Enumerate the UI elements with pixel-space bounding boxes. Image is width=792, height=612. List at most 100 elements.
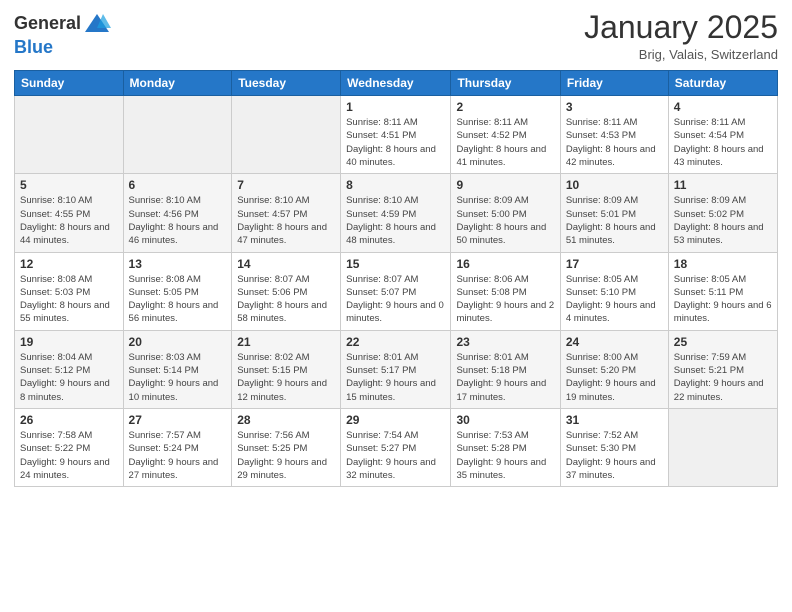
day-info: Sunrise: 7:54 AMSunset: 5:27 PMDaylight:… xyxy=(346,429,445,482)
day-cell-2-3: 15Sunrise: 8:07 AMSunset: 5:07 PMDayligh… xyxy=(341,252,451,330)
day-number: 22 xyxy=(346,335,445,349)
logo-blue-text: Blue xyxy=(14,38,111,58)
header-tuesday: Tuesday xyxy=(232,71,341,96)
day-cell-1-3: 8Sunrise: 8:10 AMSunset: 4:59 PMDaylight… xyxy=(341,174,451,252)
day-info: Sunrise: 8:11 AMSunset: 4:54 PMDaylight:… xyxy=(674,116,772,169)
day-number: 29 xyxy=(346,413,445,427)
logo-icon xyxy=(83,10,111,38)
day-number: 20 xyxy=(129,335,227,349)
day-cell-0-4: 2Sunrise: 8:11 AMSunset: 4:52 PMDaylight… xyxy=(451,96,560,174)
day-number: 11 xyxy=(674,178,772,192)
day-cell-1-0: 5 Sunrise: 8:10 AMSunset: 4:55 PMDaylight… xyxy=(15,174,124,252)
header-monday: Monday xyxy=(123,71,232,96)
day-number: 10 xyxy=(566,178,663,192)
day-info: Sunrise: 8:01 AMSunset: 5:18 PMDaylight:… xyxy=(456,351,554,404)
logo-general-text: General xyxy=(14,14,81,34)
page: General Blue January 2025 Brig, Valais, … xyxy=(0,0,792,612)
day-cell-1-4: 9Sunrise: 8:09 AMSunset: 5:00 PMDaylight… xyxy=(451,174,560,252)
day-info: Sunrise: 8:00 AMSunset: 5:20 PMDaylight:… xyxy=(566,351,663,404)
header-friday: Friday xyxy=(560,71,668,96)
day-info: Sunrise: 8:06 AMSunset: 5:08 PMDaylight:… xyxy=(456,273,554,326)
day-info: Sunrise: 8:10 AMSunset: 4:59 PMDaylight:… xyxy=(346,194,445,247)
day-number: 23 xyxy=(456,335,554,349)
day-info: Sunrise: 8:10 AMSunset: 4:57 PMDaylight:… xyxy=(237,194,335,247)
header-saturday: Saturday xyxy=(668,71,777,96)
day-number: 1 xyxy=(346,100,445,114)
day-cell-3-0: 19Sunrise: 8:04 AMSunset: 5:12 PMDayligh… xyxy=(15,330,124,408)
day-number: 3 xyxy=(566,100,663,114)
day-cell-1-2: 7 Sunrise: 8:10 AMSunset: 4:57 PMDaylight… xyxy=(232,174,341,252)
calendar-title: January 2025 xyxy=(584,10,778,45)
day-number: 5 xyxy=(20,178,118,192)
weekday-header-row: Sunday Monday Tuesday Wednesday Thursday… xyxy=(15,71,778,96)
day-number: 16 xyxy=(456,257,554,271)
day-number: 31 xyxy=(566,413,663,427)
day-info: Sunrise: 8:01 AMSunset: 5:17 PMDaylight:… xyxy=(346,351,445,404)
calendar-table: Sunday Monday Tuesday Wednesday Thursday… xyxy=(14,70,778,487)
week-row-4: 19Sunrise: 8:04 AMSunset: 5:12 PMDayligh… xyxy=(15,330,778,408)
day-info: Sunrise: 7:59 AMSunset: 5:21 PMDaylight:… xyxy=(674,351,772,404)
day-info: Sunrise: 8:02 AMSunset: 5:15 PMDaylight:… xyxy=(237,351,335,404)
day-number: 4 xyxy=(674,100,772,114)
day-number: 27 xyxy=(129,413,227,427)
day-info: Sunrise: 8:05 AMSunset: 5:10 PMDaylight:… xyxy=(566,273,663,326)
day-number: 2 xyxy=(456,100,554,114)
header-sunday: Sunday xyxy=(15,71,124,96)
day-info: Sunrise: 7:58 AMSunset: 5:22 PMDaylight:… xyxy=(20,429,118,482)
day-number: 30 xyxy=(456,413,554,427)
calendar-subtitle: Brig, Valais, Switzerland xyxy=(584,47,778,62)
day-info: Sunrise: 8:09 AMSunset: 5:02 PMDaylight:… xyxy=(674,194,772,247)
week-row-5: 26 Sunrise: 7:58 AMSunset: 5:22 PMDayligh… xyxy=(15,408,778,486)
day-cell-0-2 xyxy=(232,96,341,174)
day-cell-0-6: 4 Sunrise: 8:11 AMSunset: 4:54 PMDaylight… xyxy=(668,96,777,174)
header: General Blue January 2025 Brig, Valais, … xyxy=(14,10,778,62)
logo: General Blue xyxy=(14,10,111,58)
day-cell-3-4: 23 Sunrise: 8:01 AMSunset: 5:18 PMDayligh… xyxy=(451,330,560,408)
day-info: Sunrise: 7:53 AMSunset: 5:28 PMDaylight:… xyxy=(456,429,554,482)
header-wednesday: Wednesday xyxy=(341,71,451,96)
day-cell-1-6: 11 Sunrise: 8:09 AMSunset: 5:02 PMDayligh… xyxy=(668,174,777,252)
day-info: Sunrise: 8:03 AMSunset: 5:14 PMDaylight:… xyxy=(129,351,227,404)
day-number: 13 xyxy=(129,257,227,271)
day-number: 6 xyxy=(129,178,227,192)
day-cell-3-3: 22 Sunrise: 8:01 AMSunset: 5:17 PMDayligh… xyxy=(341,330,451,408)
day-cell-2-2: 14Sunrise: 8:07 AMSunset: 5:06 PMDayligh… xyxy=(232,252,341,330)
day-number: 25 xyxy=(674,335,772,349)
day-info: Sunrise: 7:52 AMSunset: 5:30 PMDaylight:… xyxy=(566,429,663,482)
day-cell-4-1: 27 Sunrise: 7:57 AMSunset: 5:24 PMDayligh… xyxy=(123,408,232,486)
day-info: Sunrise: 8:08 AMSunset: 5:03 PMDaylight:… xyxy=(20,273,118,326)
day-number: 7 xyxy=(237,178,335,192)
day-cell-2-1: 13 Sunrise: 8:08 AMSunset: 5:05 PMDayligh… xyxy=(123,252,232,330)
day-info: Sunrise: 7:57 AMSunset: 5:24 PMDaylight:… xyxy=(129,429,227,482)
day-info: Sunrise: 8:10 AMSunset: 4:55 PMDaylight:… xyxy=(20,194,118,247)
day-cell-3-1: 20 Sunrise: 8:03 AMSunset: 5:14 PMDayligh… xyxy=(123,330,232,408)
week-row-3: 12Sunrise: 8:08 AMSunset: 5:03 PMDayligh… xyxy=(15,252,778,330)
day-cell-2-0: 12Sunrise: 8:08 AMSunset: 5:03 PMDayligh… xyxy=(15,252,124,330)
day-cell-4-6 xyxy=(668,408,777,486)
day-cell-4-0: 26 Sunrise: 7:58 AMSunset: 5:22 PMDayligh… xyxy=(15,408,124,486)
day-number: 18 xyxy=(674,257,772,271)
day-info: Sunrise: 8:05 AMSunset: 5:11 PMDaylight:… xyxy=(674,273,772,326)
day-info: Sunrise: 8:11 AMSunset: 4:51 PMDaylight:… xyxy=(346,116,445,169)
day-cell-4-2: 28Sunrise: 7:56 AMSunset: 5:25 PMDayligh… xyxy=(232,408,341,486)
title-block: January 2025 Brig, Valais, Switzerland xyxy=(584,10,778,62)
day-cell-2-4: 16 Sunrise: 8:06 AMSunset: 5:08 PMDayligh… xyxy=(451,252,560,330)
day-cell-3-5: 24Sunrise: 8:00 AMSunset: 5:20 PMDayligh… xyxy=(560,330,668,408)
week-row-2: 5 Sunrise: 8:10 AMSunset: 4:55 PMDaylight… xyxy=(15,174,778,252)
day-cell-3-2: 21Sunrise: 8:02 AMSunset: 5:15 PMDayligh… xyxy=(232,330,341,408)
day-info: Sunrise: 8:09 AMSunset: 5:00 PMDaylight:… xyxy=(456,194,554,247)
day-info: Sunrise: 8:09 AMSunset: 5:01 PMDaylight:… xyxy=(566,194,663,247)
day-cell-0-0 xyxy=(15,96,124,174)
day-cell-2-6: 18 Sunrise: 8:05 AMSunset: 5:11 PMDayligh… xyxy=(668,252,777,330)
day-cell-2-5: 17Sunrise: 8:05 AMSunset: 5:10 PMDayligh… xyxy=(560,252,668,330)
week-row-1: 1 Sunrise: 8:11 AMSunset: 4:51 PMDaylight… xyxy=(15,96,778,174)
day-number: 26 xyxy=(20,413,118,427)
day-cell-1-5: 10 Sunrise: 8:09 AMSunset: 5:01 PMDayligh… xyxy=(560,174,668,252)
day-cell-0-3: 1 Sunrise: 8:11 AMSunset: 4:51 PMDaylight… xyxy=(341,96,451,174)
day-info: Sunrise: 8:08 AMSunset: 5:05 PMDaylight:… xyxy=(129,273,227,326)
day-number: 14 xyxy=(237,257,335,271)
day-cell-4-5: 31 Sunrise: 7:52 AMSunset: 5:30 PMDayligh… xyxy=(560,408,668,486)
day-cell-4-3: 29 Sunrise: 7:54 AMSunset: 5:27 PMDayligh… xyxy=(341,408,451,486)
day-cell-3-6: 25 Sunrise: 7:59 AMSunset: 5:21 PMDayligh… xyxy=(668,330,777,408)
day-number: 28 xyxy=(237,413,335,427)
